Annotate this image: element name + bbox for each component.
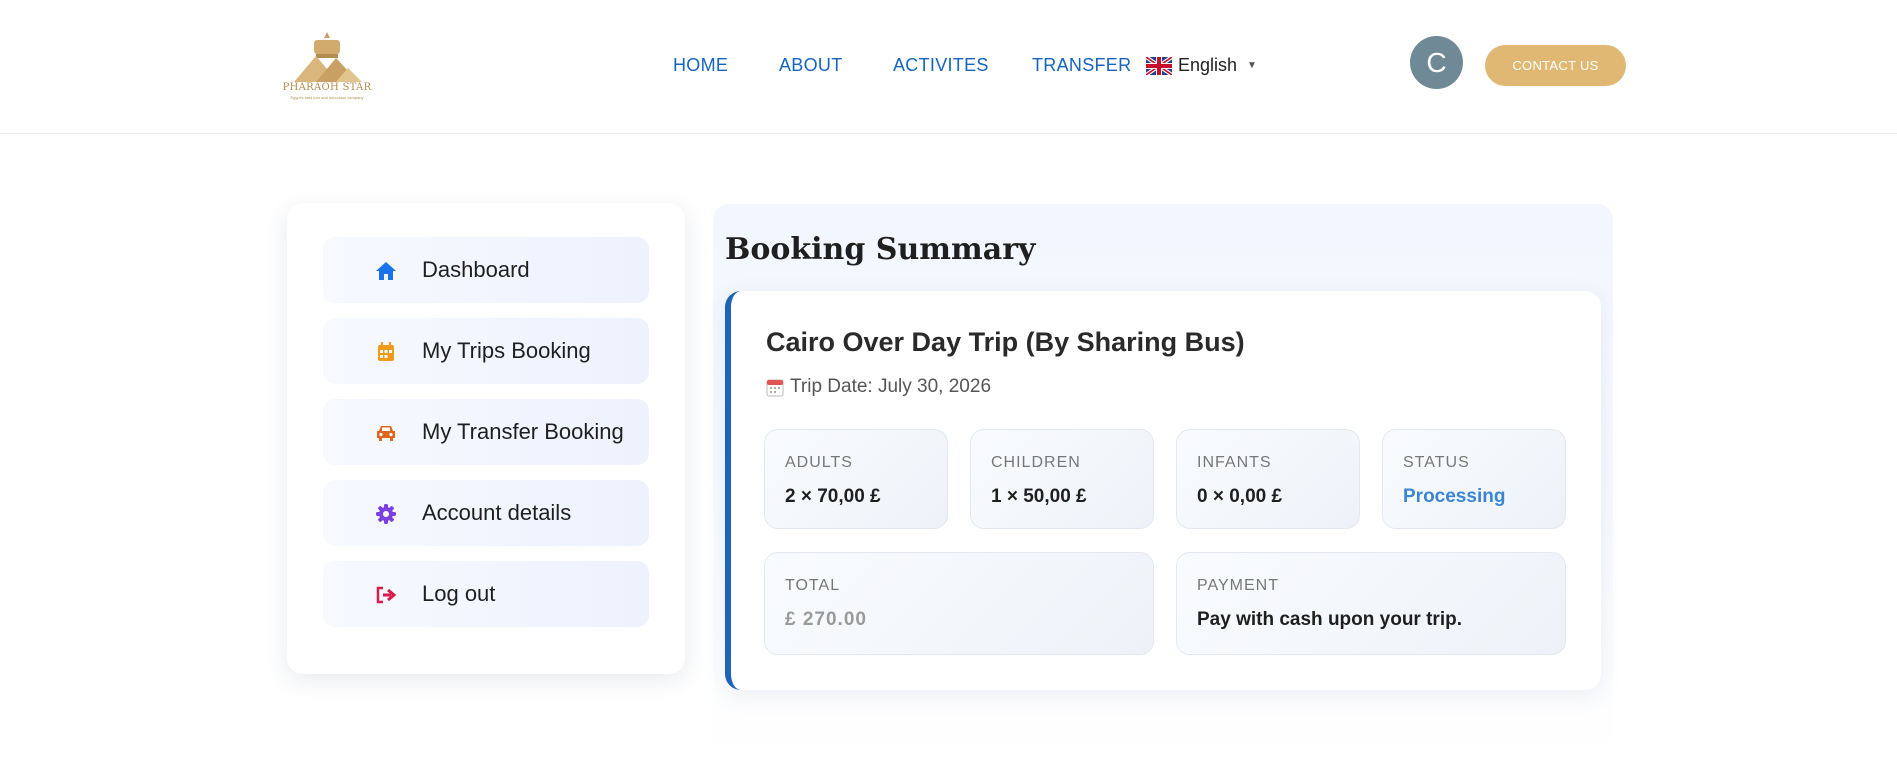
sidebar-item-logout[interactable]: Log out bbox=[323, 561, 649, 627]
language-selector[interactable]: English ▼ bbox=[1146, 55, 1257, 76]
sidebar-item-label: Log out bbox=[422, 581, 496, 606]
payment-box: PAYMENT Pay with cash upon your trip. bbox=[1176, 552, 1566, 655]
status-label: STATUS bbox=[1403, 454, 1470, 471]
sidebar-item-label: My Transfer Booking bbox=[422, 419, 624, 444]
booking-summary-panel: Booking Summary Cairo Over Day Trip (By … bbox=[713, 204, 1613, 760]
sidebar-item-label: Dashboard bbox=[422, 257, 530, 282]
status-box: STATUS Processing bbox=[1382, 429, 1566, 529]
adults-value: 2 × 70,00 £ bbox=[785, 486, 881, 507]
payment-value: Pay with cash upon your trip. bbox=[1197, 609, 1462, 630]
language-label: English bbox=[1178, 55, 1238, 75]
page-title: Booking Summary bbox=[725, 232, 1036, 267]
sidebar-item-transfer[interactable]: My Transfer Booking bbox=[323, 399, 649, 465]
caret-down-icon: ▼ bbox=[1247, 60, 1257, 71]
children-value: 1 × 50,00 £ bbox=[991, 486, 1087, 507]
nav-home[interactable]: HOME bbox=[673, 55, 728, 76]
gear-icon bbox=[375, 503, 397, 525]
calendar-icon bbox=[375, 341, 397, 363]
sidebar-item-account-details[interactable]: Account details bbox=[323, 480, 649, 546]
user-avatar[interactable]: C bbox=[1410, 36, 1463, 89]
site-logo[interactable]: PHARAOH STAR Egypt's best tour and excur… bbox=[282, 28, 372, 104]
sidebar-item-dashboard[interactable]: Dashboard bbox=[323, 237, 649, 303]
site-header: PHARAOH STAR Egypt's best tour and excur… bbox=[0, 0, 1897, 134]
logout-icon bbox=[375, 584, 397, 606]
contact-us-button[interactable]: CONTACT US bbox=[1485, 45, 1626, 86]
total-value: £ 270.00 bbox=[785, 609, 867, 630]
sidebar-item-label: My Trips Booking bbox=[422, 338, 591, 363]
infants-box: INFANTS 0 × 0,00 £ bbox=[1176, 429, 1360, 529]
children-box: CHILDREN 1 × 50,00 £ bbox=[970, 429, 1154, 529]
nav-transfer[interactable]: TRANSFER bbox=[1032, 55, 1131, 76]
sidebar-item-label: Account details bbox=[422, 500, 572, 525]
adults-label: ADULTS bbox=[785, 454, 853, 471]
nav-about[interactable]: ABOUT bbox=[779, 55, 843, 76]
calendar-icon bbox=[766, 379, 784, 396]
trip-title: Cairo Over Day Trip (By Sharing Bus) bbox=[766, 327, 1245, 357]
logo-tagline: Egypt's best tour and excursion company bbox=[290, 95, 364, 100]
trip-date: Trip Date: July 30, 2026 bbox=[790, 376, 992, 397]
account-sidebar: Dashboard My Trips Booking My Transfer B… bbox=[287, 203, 685, 674]
uk-flag-icon bbox=[1146, 56, 1172, 75]
home-icon bbox=[375, 260, 397, 282]
infants-label: INFANTS bbox=[1197, 454, 1272, 471]
total-label: TOTAL bbox=[785, 577, 841, 594]
infants-value: 0 × 0,00 £ bbox=[1197, 486, 1283, 507]
car-icon bbox=[375, 422, 397, 444]
status-badge: Processing bbox=[1403, 486, 1506, 507]
sidebar-item-trips[interactable]: My Trips Booking bbox=[323, 318, 649, 384]
pyramid-crown-logo-icon bbox=[294, 32, 362, 82]
adults-box: ADULTS 2 × 70,00 £ bbox=[764, 429, 948, 529]
total-box: TOTAL £ 270.00 bbox=[764, 552, 1154, 655]
logo-text: PHARAOH STAR bbox=[282, 82, 372, 93]
payment-label: PAYMENT bbox=[1197, 577, 1279, 594]
nav-activities[interactable]: ACTIVITES bbox=[893, 55, 989, 76]
children-label: CHILDREN bbox=[991, 454, 1081, 471]
booking-card: Cairo Over Day Trip (By Sharing Bus) Tri… bbox=[725, 291, 1601, 690]
trip-date-row: Trip Date: July 30, 2026 bbox=[766, 376, 991, 398]
